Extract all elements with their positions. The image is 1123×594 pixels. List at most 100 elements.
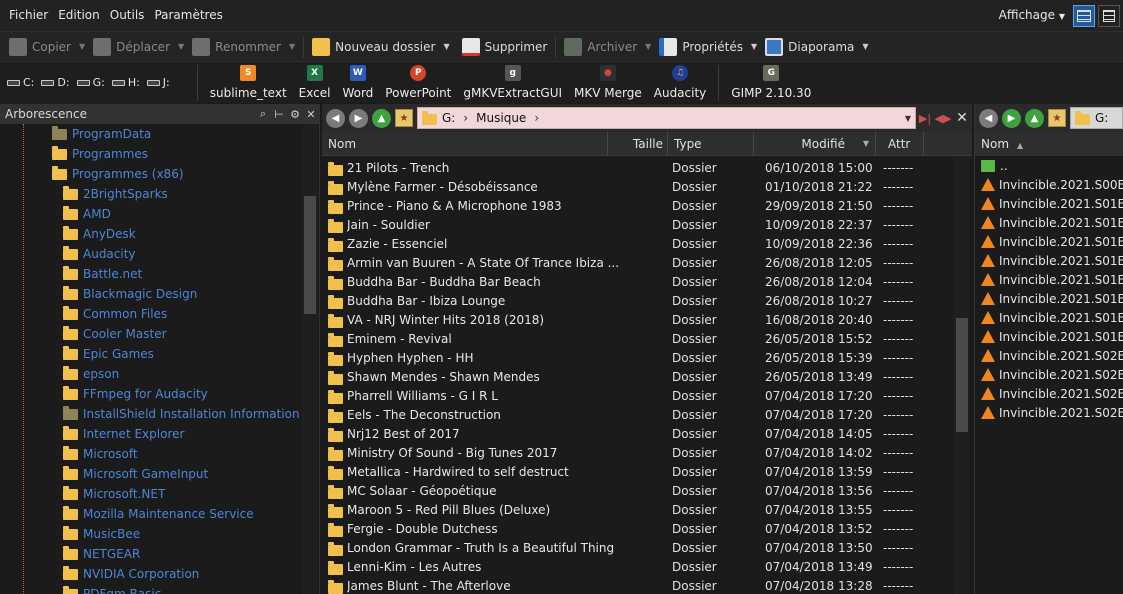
tree-item[interactable]: 2BrightSparks	[0, 184, 300, 204]
diaporama-button[interactable]: Diaporama ▼	[761, 34, 872, 60]
app-sublime-text[interactable]: Ssublime_text	[210, 65, 287, 100]
breadcrumb-drive[interactable]: G:	[1095, 111, 1108, 125]
close-icon[interactable]: ✕	[952, 110, 972, 126]
col-attr[interactable]: Attr	[876, 132, 924, 156]
tree-item[interactable]: AnyDesk	[0, 224, 300, 244]
list-item[interactable]: Invincible.2021.S02E02	[975, 365, 1123, 384]
drive-d[interactable]: D:	[41, 76, 70, 89]
table-row[interactable]: Buddha Bar - Ibiza Lounge Dossier 26/08/20…	[322, 292, 954, 311]
app-word[interactable]: W Word	[342, 65, 373, 100]
tree-item[interactable]: Microsoft	[0, 444, 300, 464]
table-row[interactable]: Hyphen Hyphen - HH Dossier 26/05/2018 15:39…	[322, 349, 954, 368]
drive-c[interactable]: C:	[7, 76, 34, 89]
app-audacity[interactable]: ♫ Audacity	[654, 65, 706, 100]
table-row[interactable]: Jain - Souldier Dossier 10/09/2018 22:37 ---…	[322, 216, 954, 235]
tree-scrollbar[interactable]	[302, 124, 318, 594]
tree-item[interactable]: ProgramData	[0, 124, 300, 144]
menu-affichage[interactable]: Affichage ▼	[994, 0, 1070, 31]
table-row[interactable]: Nrj12 Best of 2017 Dossier 07/04/2018 14:05…	[322, 425, 954, 444]
col-taille[interactable]: Taille	[608, 132, 668, 156]
view-details-button[interactable]	[1073, 4, 1095, 27]
chevron-down-icon[interactable]: ▼	[862, 42, 868, 51]
back-icon[interactable]: ◀	[326, 108, 345, 128]
tree-item[interactable]: Blackmagic Design	[0, 284, 300, 304]
tree-item[interactable]: NETGEAR	[0, 544, 300, 564]
breadcrumb-drive[interactable]: G:	[442, 111, 455, 125]
col-modifie[interactable]: Modifié ▼	[754, 132, 876, 156]
forward-icon[interactable]: ▶	[1002, 108, 1021, 128]
app-gmkvextractgui[interactable]: g gMKVExtractGUI	[463, 65, 562, 100]
chevron-down-icon[interactable]: ▼	[178, 42, 184, 51]
up-icon[interactable]: ▲	[1025, 108, 1044, 128]
tree-item[interactable]: Internet Explorer	[0, 424, 300, 444]
app-mkv-merge[interactable]: ● MKV Merge	[574, 65, 642, 100]
deplacer-button[interactable]: Déplacer ▼	[89, 34, 188, 60]
table-row[interactable]: Pharrell Williams - G I R L Dossier 07/04/…	[322, 387, 954, 406]
drive-h[interactable]: H:	[111, 76, 140, 89]
list-item[interactable]: Invincible.2021.S01E03	[975, 232, 1123, 251]
table-row[interactable]: James Blunt - The Afterlove Dossier 07/04/…	[322, 577, 954, 594]
forward-icon[interactable]: ▶	[349, 108, 368, 128]
chevron-down-icon[interactable]: ▼	[289, 42, 295, 51]
tree-scroll-thumb[interactable]	[304, 196, 316, 314]
table-row[interactable]: Metallica - Hardwired to self destruct Do…	[322, 463, 954, 482]
breadcrumb-folder[interactable]: Musique	[476, 111, 526, 125]
table-row[interactable]: Zazie - Essenciel Dossier 10/09/2018 22:36-…	[322, 235, 954, 254]
table-row[interactable]: MC Solaar - Géopoétique Dossier 07/04/2018…	[322, 482, 954, 501]
list-item[interactable]: Invincible.2021.S02E03	[975, 384, 1123, 403]
table-row[interactable]: Ministry Of Sound - Big Tunes 2017 Dossie…	[322, 444, 954, 463]
col-type[interactable]: Type	[668, 132, 754, 156]
list-item[interactable]: Invincible.2021.S01E07	[975, 308, 1123, 327]
supprimer-button[interactable]: Supprimer	[458, 34, 552, 60]
file-list-scrollbar[interactable]	[954, 156, 970, 594]
tree-item[interactable]: Mozilla Maintenance Service	[0, 504, 300, 524]
chevron-down-icon[interactable]: ▼	[79, 42, 85, 51]
menu-parametres[interactable]: Paramètres	[149, 0, 227, 31]
chevron-down-icon[interactable]: ▼	[443, 42, 449, 51]
table-row[interactable]: Lenni-Kim - Les Autres Dossier 07/04/2018 1…	[322, 558, 954, 577]
chevron-down-icon[interactable]: ▼	[905, 114, 911, 123]
table-row[interactable]: 21 Pilots - Trench Dossier 06/10/2018 15:00…	[322, 159, 954, 178]
tree-item[interactable]: FFmpeg for Audacity	[0, 384, 300, 404]
list-item[interactable]: Invincible.2021.S01E06	[975, 289, 1123, 308]
tree-item[interactable]: MusicBee	[0, 524, 300, 544]
favorites-icon[interactable]: ★	[395, 109, 413, 127]
list-item[interactable]: Invincible.2021.S01E05	[975, 270, 1123, 289]
path-field[interactable]: G: › Musique › ▼	[417, 107, 916, 129]
app-gimp[interactable]: G GIMP 2.10.30	[731, 65, 811, 100]
list-item[interactable]: Invincible.2021.S01E02	[975, 213, 1123, 232]
table-row[interactable]: Fergie - Double Dutchess Dossier 07/04/201…	[322, 520, 954, 539]
tree-item[interactable]: Programmes	[0, 144, 300, 164]
table-row[interactable]: Eels - The Deconstruction Dossier 07/04/20…	[322, 406, 954, 425]
favorites-icon[interactable]: ★	[1048, 109, 1066, 127]
pane-prev-icon[interactable]: ▶|	[916, 112, 934, 125]
chevron-down-icon[interactable]: ▼	[645, 42, 651, 51]
list-item[interactable]: Invincible.2021.S01E01	[975, 194, 1123, 213]
table-row[interactable]: Buddha Bar - Buddha Bar Beach Dossier 26/0…	[322, 273, 954, 292]
tree-item[interactable]: PDFgm Basic	[0, 584, 300, 594]
tree-item[interactable]: Battle.net	[0, 264, 300, 284]
tree-item[interactable]: Programmes (x86)	[0, 164, 300, 184]
tree-item[interactable]: Microsoft GameInput	[0, 464, 300, 484]
tree-item[interactable]: InstallShield Installation Information	[0, 404, 300, 424]
tree-item[interactable]: NVIDIA Corporation	[0, 564, 300, 584]
table-row[interactable]: Maroon 5 - Red Pill Blues (Deluxe) Dossie…	[322, 501, 954, 520]
table-row[interactable]: VA - NRJ Winter Hits 2018 (2018) Dossier 1…	[322, 311, 954, 330]
app-powerpoint[interactable]: P PowerPoint	[385, 65, 451, 100]
list-item[interactable]: Invincible.2021.S02E04	[975, 403, 1123, 422]
tree-item[interactable]: Microsoft.NET	[0, 484, 300, 504]
menu-outils[interactable]: Outils	[105, 0, 150, 31]
search-icon[interactable]: ⌕	[255, 107, 271, 121]
path-field-right[interactable]: G:	[1070, 107, 1123, 129]
list-item[interactable]: ..	[975, 156, 1123, 175]
tree-item[interactable]: Audacity	[0, 244, 300, 264]
chevron-down-icon[interactable]: ▼	[751, 42, 757, 51]
col-nom-right[interactable]: Nom ▲	[975, 132, 1123, 156]
col-nom[interactable]: Nom	[322, 132, 608, 156]
table-row[interactable]: Eminem - Revival Dossier 26/05/2018 15:52 --…	[322, 330, 954, 349]
view-list-button[interactable]	[1098, 4, 1120, 27]
settings-icon[interactable]: ⚙	[287, 108, 303, 121]
list-item[interactable]: Invincible.2021.S02E01	[975, 346, 1123, 365]
table-row[interactable]: Shawn Mendes - Shawn Mendes Dossier 26/05/…	[322, 368, 954, 387]
tree-item[interactable]: Epic Games	[0, 344, 300, 364]
